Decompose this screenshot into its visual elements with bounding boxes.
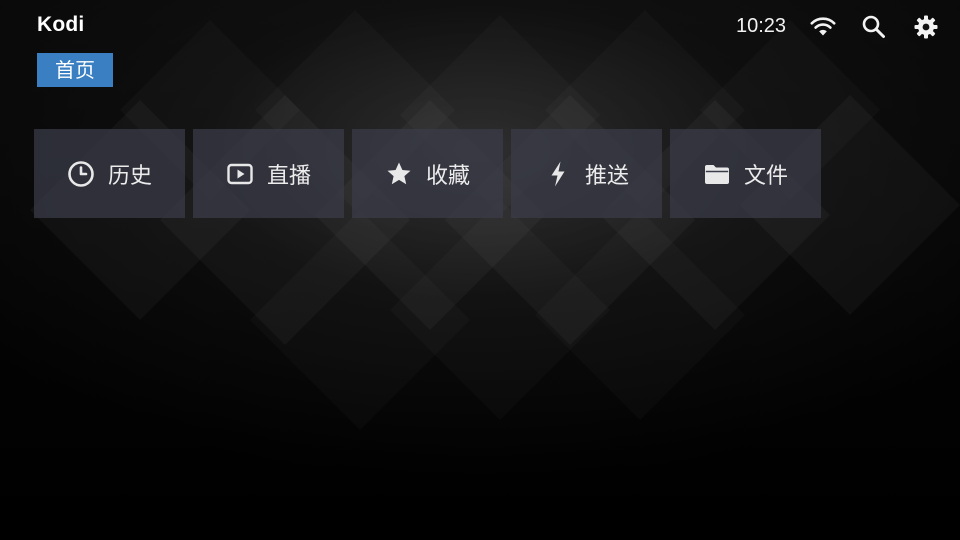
app-title: Kodi [37, 13, 85, 36]
menu-item-label: 推送 [584, 163, 629, 189]
menu-item-label: 文件 [743, 163, 788, 189]
background-diamond-pattern [0, 0, 960, 540]
play-icon [227, 163, 253, 184]
search-icon[interactable] [861, 14, 887, 40]
breadcrumb-home[interactable]: 首页 [37, 53, 113, 87]
clock-icon [68, 160, 94, 187]
menu-item-live[interactable]: 直播 [193, 129, 344, 218]
folder-icon [704, 164, 729, 184]
menu-item-files[interactable]: 文件 [670, 129, 821, 218]
kodi-home-screen: Kodi 首页 10:23 历史 直播 收藏 推送 文件 [0, 0, 960, 540]
menu-item-label: 直播 [266, 163, 311, 189]
star-icon [387, 162, 411, 184]
menu-item-label: 历史 [107, 163, 152, 189]
wifi-icon [810, 17, 836, 36]
lightning-icon [551, 161, 565, 186]
menu-item-favourites[interactable]: 收藏 [352, 129, 503, 218]
clock: 10:23 [736, 15, 787, 37]
menu-item-history[interactable]: 历史 [34, 129, 185, 218]
gear-icon[interactable] [913, 14, 939, 40]
menu-item-push[interactable]: 推送 [511, 129, 662, 218]
menu-item-label: 收藏 [425, 163, 470, 189]
